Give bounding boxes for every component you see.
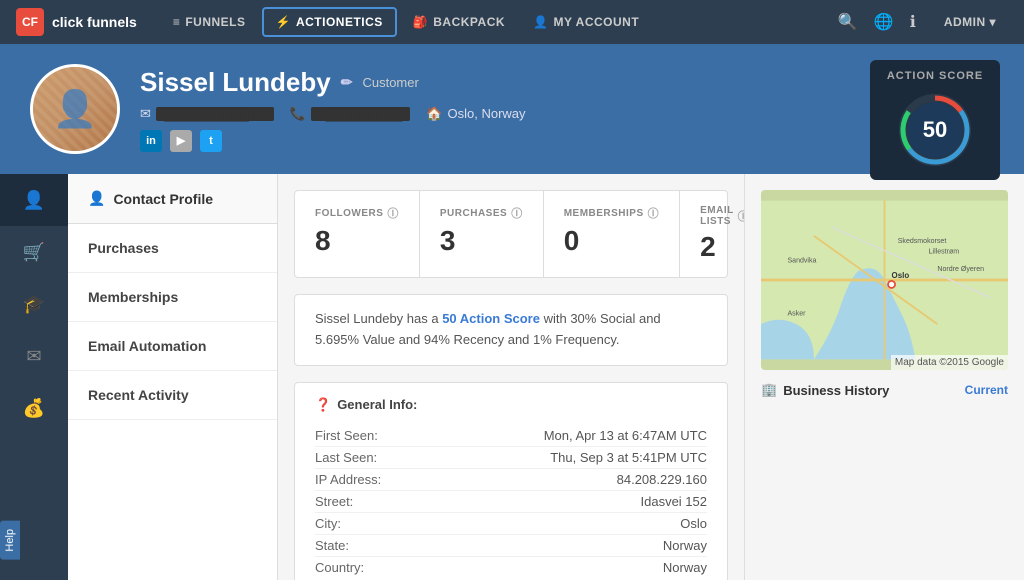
nav-right: 🔍 🌐 ℹ ADMIN ▾: [838, 9, 1008, 35]
sidebar: 👤 🛒 🎓 ✉ 💰: [0, 174, 68, 580]
info-row-ip: IP Address: 84.208.229.160: [315, 469, 707, 491]
memberships-label: MEMBERSHIPS ⓘ: [564, 205, 659, 221]
memberships-info-icon[interactable]: ⓘ: [648, 205, 660, 221]
svg-text:Lillestrøm: Lillestrøm: [929, 249, 960, 256]
twitter-icon[interactable]: t: [200, 130, 222, 152]
sidebar-memberships-icon[interactable]: 🎓: [0, 278, 68, 330]
followers-info-icon[interactable]: ⓘ: [387, 205, 399, 221]
info-row-first-seen: First Seen: Mon, Apr 13 at 6:47AM UTC: [315, 425, 707, 447]
logo-icon: CF: [16, 8, 44, 36]
score-circle: 50: [895, 90, 975, 170]
nav-myaccount[interactable]: 👤 MY ACCOUNT: [521, 9, 651, 35]
profile-contact: ✉ ██████████.no 📞 +█████████ 🏠 Oslo, Nor…: [140, 106, 994, 122]
profile-info: Sissel Lundeby ✏ Customer ✉ ██████████.n…: [140, 67, 994, 152]
action-score-box: ACTION SCORE 50: [870, 60, 1000, 180]
purchases-value: 3: [440, 225, 523, 257]
search-icon[interactable]: 🔍: [838, 12, 858, 32]
stat-followers: FOLLOWERS ⓘ 8: [295, 191, 420, 277]
stat-purchases: PURCHASES ⓘ 3: [420, 191, 544, 277]
memberships-value: 0: [564, 225, 659, 257]
general-info: ❓ General Info: First Seen: Mon, Apr 13 …: [294, 382, 728, 580]
info-row-state: State: Norway: [315, 535, 707, 557]
email-lists-value: 2: [700, 231, 744, 263]
sidebar-activity-icon[interactable]: 💰: [0, 382, 68, 434]
info-row-city: City: Oslo: [315, 513, 707, 535]
email-item: ✉ ██████████.no: [140, 106, 274, 122]
main-layout: 👤 🛒 🎓 ✉ 💰 👤 Contact Profile Purchases Me…: [0, 174, 1024, 580]
nav-backpack[interactable]: 🎒 BACKPACK: [401, 9, 517, 35]
backpack-icon: 🎒: [413, 15, 428, 29]
help-button[interactable]: Help: [0, 521, 20, 560]
followers-label: FOLLOWERS ⓘ: [315, 205, 399, 221]
sidebar-contact-icon[interactable]: 👤: [0, 174, 68, 226]
stats-row: FOLLOWERS ⓘ 8 PURCHASES ⓘ 3 MEMBERSHIPS …: [294, 190, 728, 278]
linkedin-icon[interactable]: in: [140, 130, 162, 152]
avatar: 👤: [30, 64, 120, 154]
account-icon: 👤: [533, 15, 548, 29]
sidebar-item-recent-activity[interactable]: Recent Activity: [68, 371, 277, 420]
map-credit: Map data ©2015 Google: [891, 355, 1008, 370]
logo-text: click funnels: [52, 14, 137, 30]
svg-text:Skedsmokorset: Skedsmokorset: [898, 238, 947, 245]
contact-profile-icon: 👤: [88, 190, 105, 207]
actionetics-icon: ⚡: [276, 15, 291, 29]
business-history-title: 🏢 Business History Current: [761, 382, 1008, 398]
sidebar-item-email-automation[interactable]: Email Automation: [68, 322, 277, 371]
location-item: 🏠 Oslo, Norway: [426, 106, 525, 122]
info-row-last-seen: Last Seen: Thu, Sep 3 at 5:41PM UTC: [315, 447, 707, 469]
general-info-title: ❓ General Info:: [315, 397, 707, 413]
info-row-country: Country: Norway: [315, 557, 707, 578]
phone-value: +█████████: [311, 107, 411, 121]
side-nav: 👤 Contact Profile Purchases Memberships …: [68, 174, 278, 580]
followers-value: 8: [315, 225, 399, 257]
email-icon: ✉: [140, 106, 151, 122]
nav-items: ≡ FUNNELS ⚡ ACTIONETICS 🎒 BACKPACK 👤 MY …: [161, 7, 838, 37]
sidebar-purchases-icon[interactable]: 🛒: [0, 226, 68, 278]
info-icon[interactable]: ℹ: [910, 12, 916, 32]
phone-icon: 📞: [290, 106, 306, 122]
profile-name: Sissel Lundeby ✏ Customer: [140, 67, 994, 98]
phone-item: 📞 +█████████: [290, 106, 411, 122]
admin-menu[interactable]: ADMIN ▾: [932, 9, 1008, 35]
location-icon: 🏠: [426, 106, 442, 122]
action-score-info: Sissel Lundeby has a 50 Action Score wit…: [294, 294, 728, 366]
svg-text:Asker: Asker: [787, 310, 806, 317]
general-info-icon: ❓: [315, 397, 331, 413]
nav-funnels[interactable]: ≡ FUNNELS: [161, 9, 258, 35]
info-row-street: Street: Idasvei 152: [315, 491, 707, 513]
logo[interactable]: CF click funnels: [16, 8, 137, 36]
action-score-label: ACTION SCORE: [886, 70, 984, 82]
svg-text:Sandvika: Sandvika: [787, 257, 816, 264]
email-value: ██████████.no: [156, 107, 274, 121]
svg-text:Nordre Øyeren: Nordre Øyeren: [937, 266, 984, 273]
youtube-icon[interactable]: ▶: [170, 130, 192, 152]
funnels-icon: ≡: [173, 15, 181, 29]
score-number: 50: [923, 117, 947, 143]
action-score-link[interactable]: 50 Action Score: [442, 311, 540, 326]
stat-memberships: MEMBERSHIPS ⓘ 0: [544, 191, 680, 277]
sidebar-item-memberships[interactable]: Memberships: [68, 273, 277, 322]
globe-icon[interactable]: 🌐: [874, 12, 894, 32]
map-container: Oslo Sandvika Lillestrøm Skedsmokorset N…: [761, 190, 1008, 370]
business-history-icon: 🏢: [761, 382, 777, 398]
right-panel: Oslo Sandvika Lillestrøm Skedsmokorset N…: [744, 174, 1024, 580]
stat-email-lists: EMAIL LISTS ⓘ 2: [680, 191, 744, 277]
purchases-label: PURCHASES ⓘ: [440, 205, 523, 221]
purchases-info-icon[interactable]: ⓘ: [511, 205, 523, 221]
edit-icon[interactable]: ✏: [341, 74, 353, 91]
nav-actionetics[interactable]: ⚡ ACTIONETICS: [262, 7, 397, 37]
business-history-link[interactable]: Current: [965, 383, 1008, 397]
sidebar-item-purchases[interactable]: Purchases: [68, 224, 277, 273]
svg-text:Oslo: Oslo: [892, 271, 910, 280]
location-value: Oslo, Norway: [448, 106, 526, 121]
customer-badge: Customer: [362, 75, 418, 90]
email-lists-label: EMAIL LISTS ⓘ: [700, 205, 744, 227]
sidebar-email-icon[interactable]: ✉: [0, 330, 68, 382]
main-content: FOLLOWERS ⓘ 8 PURCHASES ⓘ 3 MEMBERSHIPS …: [278, 174, 744, 580]
profile-header: 👤 Sissel Lundeby ✏ Customer ✉ ██████████…: [0, 44, 1024, 174]
social-icons: in ▶ t: [140, 130, 994, 152]
side-nav-header: 👤 Contact Profile: [68, 174, 277, 224]
top-navigation: CF click funnels ≡ FUNNELS ⚡ ACTIONETICS…: [0, 0, 1024, 44]
